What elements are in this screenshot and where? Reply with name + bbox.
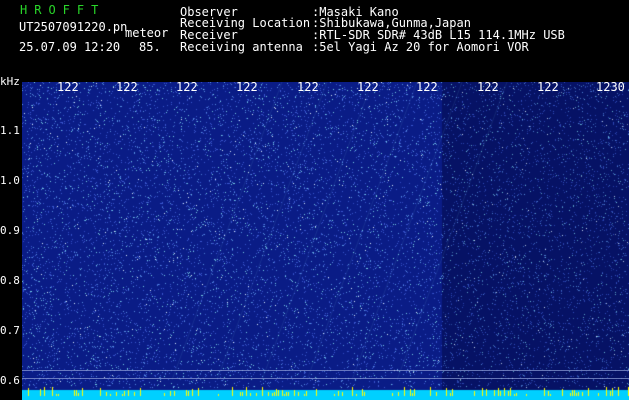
- y-axis-unit: kHz: [0, 75, 20, 88]
- header-panel: HROFFT UT2507091220.pn meteor 25.07.09 1…: [0, 0, 629, 93]
- y-tick: 0.9: [0, 224, 20, 237]
- x-tick: 122: [297, 80, 319, 94]
- file-datetime: 25.07.09 12:20: [19, 40, 121, 54]
- y-tick: 0.8: [0, 274, 20, 287]
- app-title: HROFFT: [20, 3, 106, 17]
- y-tick: 1.0: [0, 174, 20, 187]
- x-tick: 122: [416, 80, 438, 94]
- y-tick: 0.7: [0, 324, 20, 337]
- file-name: UT2507091220.pn: [19, 20, 128, 34]
- file-tag: meteor: [125, 26, 169, 40]
- x-tick: 122: [116, 80, 138, 94]
- x-tick: 1230: [596, 80, 625, 94]
- y-tick: 1.1: [0, 124, 20, 137]
- x-tick: 122: [357, 80, 379, 94]
- x-tick: 122: [57, 80, 79, 94]
- reference-line: [22, 370, 629, 371]
- waterfall-plot: [22, 82, 629, 400]
- y-tick: 0.6: [0, 374, 20, 387]
- value-antenna: :5el Yagi Az 20 for Aomori VOR: [312, 40, 529, 54]
- waterfall-canvas: [22, 82, 629, 400]
- x-tick: 122: [236, 80, 258, 94]
- x-tick: 122: [176, 80, 198, 94]
- x-tick: 122: [477, 80, 499, 94]
- reference-line: [22, 378, 629, 379]
- label-antenna: Receiving antenna: [180, 40, 303, 54]
- level-value: 85.: [139, 40, 161, 54]
- x-tick: 122: [537, 80, 559, 94]
